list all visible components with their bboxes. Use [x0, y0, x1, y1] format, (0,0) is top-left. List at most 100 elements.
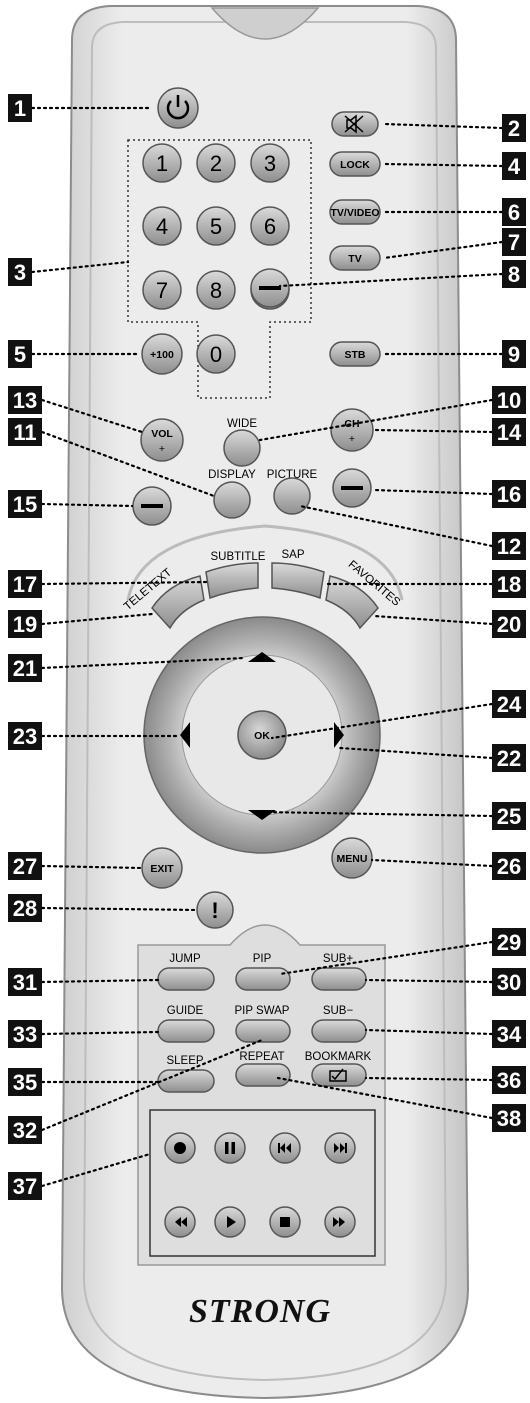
pip-swap-button[interactable]: [235, 1019, 291, 1043]
callout-22-label: 22: [497, 746, 521, 771]
menu-button[interactable]: MENU: [331, 837, 373, 879]
forward-button[interactable]: [324, 1206, 356, 1238]
digit-0-label: 0: [210, 342, 222, 367]
next-button[interactable]: [324, 1132, 356, 1164]
lock-button[interactable]: LOCK: [329, 151, 381, 177]
mute-button[interactable]: [331, 111, 379, 137]
ch-minus-button[interactable]: [332, 468, 372, 508]
digit-5-button[interactable]: 5: [196, 206, 236, 246]
display-button[interactable]: [213, 481, 251, 519]
callout-9-label: 9: [508, 342, 520, 367]
repeat-button[interactable]: [235, 1063, 291, 1087]
digit-7-button[interactable]: 7: [142, 270, 182, 310]
callout-17-label: 17: [13, 572, 37, 597]
record-button[interactable]: [164, 1132, 196, 1164]
callout-18-label: 18: [497, 572, 521, 597]
jump-button[interactable]: [157, 967, 215, 991]
picture-button[interactable]: [273, 477, 311, 515]
pip-swap-label: PIP SWAP: [235, 1005, 290, 1017]
callout-6-label: 6: [508, 200, 520, 225]
callout-12-label: 12: [497, 534, 521, 559]
sub-plus-button[interactable]: [311, 967, 367, 991]
callout-1-label: 1: [14, 96, 26, 121]
sub-minus-button[interactable]: [311, 1019, 367, 1043]
vol-plus-button[interactable]: VOL +: [140, 418, 184, 462]
repeat-label: REPEAT: [239, 1051, 284, 1063]
power-button[interactable]: [157, 87, 199, 129]
digit-5-label: 5: [210, 214, 222, 239]
callout-37-label: 37: [13, 1174, 37, 1199]
digit-8-button[interactable]: 8: [196, 270, 236, 310]
digit-6-label: 6: [264, 214, 276, 239]
callout-8-label: 8: [508, 262, 520, 287]
digit-1-button[interactable]: 1: [142, 143, 182, 183]
callout-27-label: 27: [13, 854, 37, 879]
digit-4-button[interactable]: 4: [142, 206, 182, 246]
callout-29-label: 29: [497, 930, 521, 955]
menu-button-label: MENU: [337, 853, 368, 865]
stop-icon: [280, 1217, 290, 1227]
stb-button[interactable]: STB: [329, 341, 381, 367]
ch-label: CH: [344, 418, 359, 430]
rewind-button[interactable]: [164, 1206, 196, 1238]
lock-button-label: LOCK: [340, 159, 370, 171]
digit-4-label: 4: [156, 214, 168, 239]
callout-14-label: 14: [497, 420, 522, 445]
callout-35-label: 35: [13, 1070, 37, 1095]
callout-24-label: 24: [497, 692, 522, 717]
plus100-button[interactable]: +100: [141, 333, 183, 375]
bookmark-button[interactable]: [311, 1063, 367, 1087]
digit-2-button[interactable]: 2: [196, 143, 236, 183]
callout-28-label: 28: [13, 896, 37, 921]
callout-30-label: 30: [497, 970, 521, 995]
callout-21-label: 21: [13, 656, 37, 681]
callout-32-label: 32: [13, 1118, 37, 1143]
callout-34-label: 34: [497, 1022, 522, 1047]
sleep-button[interactable]: [157, 1069, 215, 1093]
digit-0-button[interactable]: 0: [196, 334, 236, 374]
plus100-button-label: +100: [150, 349, 174, 361]
tv-video-button-label: TV/VIDEO: [330, 207, 379, 219]
stb-button-label: STB: [345, 349, 366, 361]
info-button-label: !: [211, 898, 218, 923]
wide-button[interactable]: [223, 429, 261, 467]
tv-button[interactable]: TV: [329, 245, 381, 271]
guide-button[interactable]: [157, 1019, 215, 1043]
callout-3-label: 3: [14, 260, 26, 285]
tv-button-label: TV: [348, 253, 361, 265]
vol-minus-button[interactable]: [132, 486, 172, 526]
wide-label: WIDE: [227, 418, 257, 430]
pause-button[interactable]: [214, 1132, 246, 1164]
prev-button[interactable]: [269, 1132, 301, 1164]
digit-8-label: 8: [210, 278, 222, 303]
play-button[interactable]: [214, 1206, 246, 1238]
ok-button[interactable]: OK: [237, 710, 287, 760]
digit-1-label: 1: [156, 151, 168, 176]
callout-2-label: 2: [508, 116, 520, 141]
callout-25-label: 25: [497, 804, 521, 829]
brand-logo: STRONG: [189, 1293, 331, 1330]
exit-button-label: EXIT: [150, 863, 174, 875]
callout-38-label: 38: [497, 1106, 521, 1131]
callout-26-label: 26: [497, 854, 521, 879]
ok-button-label: OK: [254, 730, 270, 742]
callout-33-label: 33: [13, 1022, 37, 1047]
stop-button[interactable]: [269, 1206, 301, 1238]
callout-11-label: 11: [13, 420, 36, 445]
callout-19-label: 19: [13, 612, 37, 637]
minus-button[interactable]: [250, 268, 290, 308]
callout-15-label: 15: [13, 492, 37, 517]
remote-diagram: 1234567890 LOCK TV/VIDEO TV STB +100 VOL…: [8, 5, 526, 1400]
callout-31-label: 31: [13, 970, 37, 995]
info-button[interactable]: !: [196, 891, 234, 929]
callout-16-label: 16: [497, 482, 521, 507]
pip-button[interactable]: [235, 967, 291, 991]
callout-5-label: 5: [14, 342, 26, 367]
ch-plus-button[interactable]: CH +: [330, 408, 374, 452]
callout-36-label: 36: [497, 1068, 521, 1093]
digit-3-button[interactable]: 3: [250, 143, 290, 183]
vol-label: VOL: [151, 428, 173, 440]
exit-button[interactable]: EXIT: [141, 847, 183, 889]
tv-video-button[interactable]: TV/VIDEO: [329, 199, 381, 225]
digit-6-button[interactable]: 6: [250, 206, 290, 246]
